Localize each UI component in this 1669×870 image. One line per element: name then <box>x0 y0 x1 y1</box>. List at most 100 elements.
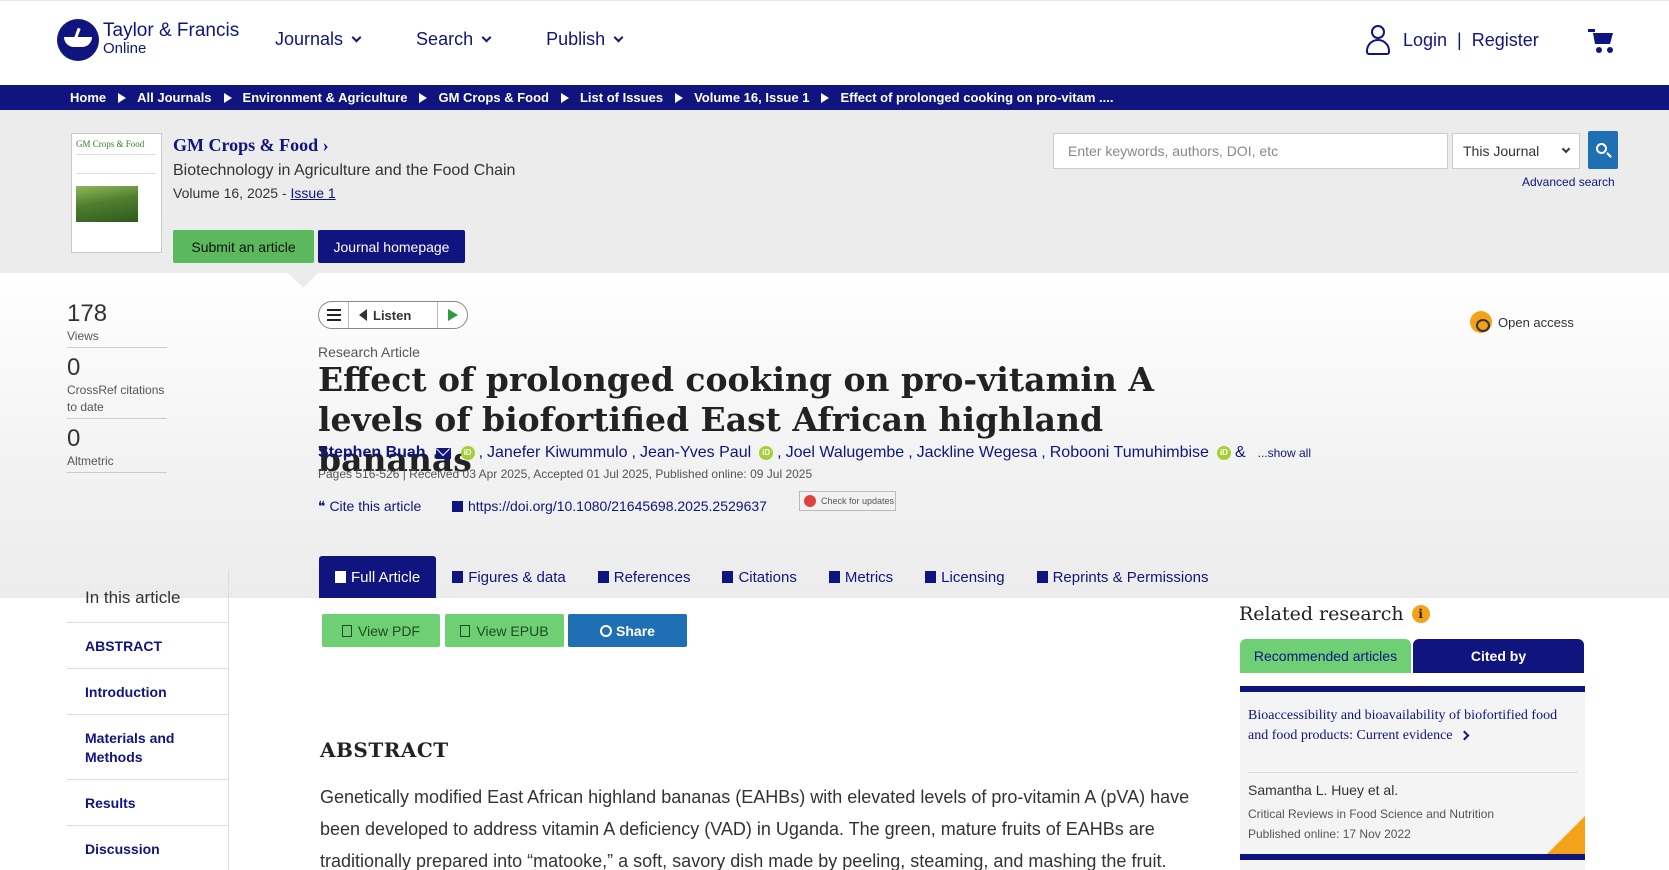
tab-label: Reprints & Permissions <box>1052 568 1209 586</box>
breadcrumb-home[interactable]: Home <box>70 90 137 105</box>
breadcrumb-arrow-icon <box>821 92 830 103</box>
author-link[interactable]: Joel Walugembe <box>786 444 905 462</box>
play-button[interactable] <box>437 302 467 328</box>
breadcrumb-arrow-icon <box>675 92 684 103</box>
toc-item-introduction[interactable]: Introduction <box>67 669 228 715</box>
print-icon <box>1036 571 1048 583</box>
advanced-search-link[interactable]: Advanced search <box>1522 175 1615 189</box>
cover-field-image <box>76 186 138 222</box>
abstract-text: Genetically modified East African highla… <box>320 787 1190 870</box>
journal-cover[interactable]: GM Crops & Food <box>71 133 162 253</box>
tab-citations[interactable]: Citations <box>706 556 812 598</box>
tab-figures-data[interactable]: Figures & data <box>436 556 582 598</box>
doi-link[interactable]: https://doi.org/10.1080/21645698.2025.25… <box>452 498 767 514</box>
table-of-contents: In this article ABSTRACT Introduction Ma… <box>67 570 229 870</box>
speaker-icon <box>359 309 367 321</box>
toc-item-results[interactable]: Results <box>67 780 228 826</box>
breadcrumb-arrow-icon <box>560 92 569 103</box>
epub-icon <box>460 624 471 637</box>
breadcrumb-volume-issue[interactable]: Volume 16, Issue 1 <box>694 90 840 105</box>
journal-volume: Volume 16, 2025 - Issue 1 <box>173 185 515 201</box>
document-icon <box>335 571 346 583</box>
related-article-date: Published online: 17 Nov 2022 <box>1248 827 1411 841</box>
submit-article-button[interactable]: Submit an article <box>173 230 314 263</box>
toc-item-materials-methods[interactable]: Materials and Methods <box>67 715 228 780</box>
check-for-updates-button[interactable]: Check for updates <box>799 491 896 511</box>
author-link[interactable]: Robooni Tumuhimbise <box>1050 444 1209 462</box>
email-icon[interactable] <box>435 447 451 459</box>
view-epub-button[interactable]: View EPUB <box>445 614 564 647</box>
view-pdf-button[interactable]: View PDF <box>322 614 440 647</box>
tab-cited-by[interactable]: Cited by <box>1413 639 1584 673</box>
breadcrumb-arrow-icon <box>223 92 232 103</box>
user-icon[interactable] <box>1365 25 1391 55</box>
toc-item-abstract[interactable]: ABSTRACT <box>67 623 228 669</box>
main-nav: Journals Search Publish <box>275 29 678 50</box>
search-input[interactable]: Enter keywords, authors, DOI, etc <box>1053 133 1448 169</box>
metric-views[interactable]: 178 Views <box>67 300 167 348</box>
play-icon <box>447 309 458 321</box>
nav-publish[interactable]: Publish <box>546 29 624 50</box>
chevron-right-icon <box>1459 730 1469 741</box>
metric-label: CrossRef citations to date <box>67 383 165 414</box>
breadcrumb-list-of-issues[interactable]: List of Issues <box>580 90 694 105</box>
issue-link[interactable]: Issue 1 <box>291 185 336 201</box>
chevron-down-icon <box>1561 144 1571 154</box>
breadcrumb-gm-crops-food[interactable]: GM Crops & Food <box>438 90 580 105</box>
chevron-down-icon <box>613 32 624 43</box>
related-article-authors: Samantha L. Huey et al. <box>1248 782 1399 798</box>
nav-journals[interactable]: Journals <box>275 29 362 50</box>
author-link[interactable]: Jackline Wegesa <box>917 444 1038 462</box>
tab-label: Licensing <box>941 568 1005 586</box>
tab-full-article[interactable]: Full Article <box>319 556 437 598</box>
tab-label: Full Article <box>351 568 421 586</box>
taylor-francis-logo[interactable]: Taylor & Francis Online <box>57 19 239 61</box>
cite-article-link[interactable]: ❝ Cite this article <box>318 498 421 515</box>
menu-icon[interactable] <box>319 302 349 328</box>
journal-subtitle: Biotechnology in Agriculture and the Foo… <box>173 162 516 179</box>
journal-homepage-button[interactable]: Journal homepage <box>318 230 465 263</box>
orcid-icon[interactable]: iD <box>460 446 475 460</box>
cart-icon[interactable] <box>1588 29 1614 53</box>
share-button[interactable]: Share <box>568 614 687 647</box>
journal-title-link[interactable]: GM Crops & Food › <box>173 135 515 156</box>
register-link[interactable]: Register <box>1472 30 1539 51</box>
show-all-authors-link[interactable]: ...show all <box>1258 446 1311 460</box>
author-link[interactable]: Stephen Buah <box>318 444 426 462</box>
tab-licensing[interactable]: Licensing <box>909 556 1020 598</box>
author-link[interactable]: Janefer Kiwummulo <box>487 444 628 462</box>
open-access-icon <box>1470 311 1492 333</box>
search-button[interactable] <box>1588 131 1618 169</box>
metric-altmetric[interactable]: 0 Altmetric <box>67 425 167 473</box>
account-separator: | <box>1457 29 1462 50</box>
cover-text-lines <box>76 154 156 174</box>
metric-crossref[interactable]: 0 CrossRef citations to date <box>67 354 167 419</box>
breadcrumb-environment-agriculture[interactable]: Environment & Agriculture <box>243 90 439 105</box>
search-scope-select[interactable]: This Journal <box>1452 133 1580 169</box>
nav-publish-label: Publish <box>546 29 606 49</box>
tab-metrics[interactable]: Metrics <box>813 556 909 598</box>
toc-item-discussion[interactable]: Discussion <box>67 826 228 870</box>
quote-icon: ❝ <box>318 498 330 514</box>
orcid-icon[interactable]: iD <box>1216 446 1231 460</box>
divider <box>1248 772 1578 773</box>
book-icon <box>597 571 609 583</box>
nav-search[interactable]: Search <box>416 29 492 50</box>
related-article-title[interactable]: Bioaccessibility and bioavailability of … <box>1248 706 1578 746</box>
doi-text: https://doi.org/10.1080/21645698.2025.25… <box>468 498 767 514</box>
abstract-heading: ABSTRACT <box>320 738 449 762</box>
info-icon[interactable]: i <box>1411 605 1430 623</box>
author-link[interactable]: Jean-Yves Paul <box>640 444 751 462</box>
site-header: Taylor & Francis Online Journals Search … <box>0 0 1669 85</box>
tab-references[interactable]: References <box>582 556 707 598</box>
author-list: Stephen Buah iD , Janefer Kiwummulo, Jean… <box>318 444 1311 462</box>
check-updates-label: Check for updates <box>821 496 895 506</box>
volume-text: Volume 16, 2025 - <box>173 185 291 201</box>
login-link[interactable]: Login <box>1403 30 1447 51</box>
tab-reprints-permissions[interactable]: Reprints & Permissions <box>1021 556 1225 598</box>
tab-recommended-articles[interactable]: Recommended articles <box>1240 639 1411 673</box>
breadcrumb-all-journals[interactable]: All Journals <box>137 90 242 105</box>
listen-button[interactable]: Listen <box>373 308 437 323</box>
orcid-icon[interactable]: iD <box>759 446 774 460</box>
tab-label: References <box>613 568 691 586</box>
